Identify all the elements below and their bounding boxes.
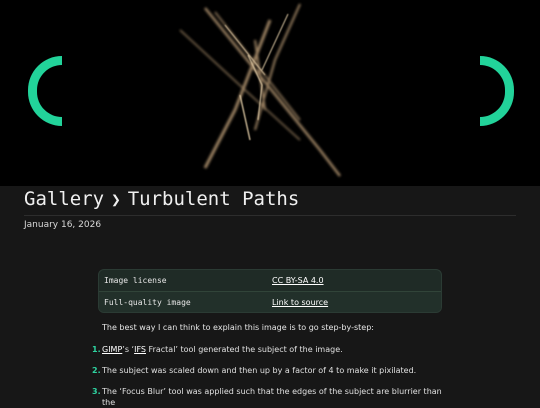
step-text: The ‘Focus Blur’ tool was applied such t…	[102, 387, 442, 407]
ifs-link[interactable]: IFS	[134, 345, 146, 354]
info-key: Full-quality image	[104, 298, 191, 307]
steps-list: 1. GIMP’s ‘IFS Fractal’ tool generated t…	[92, 344, 442, 408]
page-title-text: Turbulent Paths	[127, 188, 300, 210]
step-text: The subject was scaled down and then up …	[102, 366, 417, 375]
gimp-link[interactable]: GIMP	[102, 345, 122, 354]
source-link[interactable]: Link to source	[272, 298, 328, 307]
list-item: 2. The subject was scaled down and then …	[92, 365, 442, 376]
step-text: ’s ‘	[122, 345, 135, 354]
info-key: Image license	[104, 276, 167, 285]
intro-paragraph: The best way I can think to explain this…	[102, 323, 374, 332]
list-item: 1. GIMP’s ‘IFS Fractal’ tool generated t…	[92, 344, 442, 355]
list-number: 1.	[92, 345, 101, 354]
article-body: The best way I can think to explain this…	[92, 322, 442, 408]
license-link[interactable]: CC BY-SA 4.0	[272, 276, 324, 285]
info-row-full-quality: Full-quality image Link to source	[99, 291, 441, 312]
hero-image	[0, 0, 540, 186]
breadcrumb-gallery-link[interactable]: Gallery	[24, 188, 104, 210]
post-date: January 16, 2026	[24, 220, 102, 230]
breadcrumb-separator-icon: ❯	[111, 190, 121, 209]
list-number: 2.	[92, 366, 101, 375]
list-number: 3.	[92, 387, 101, 396]
info-row-license: Image license CC BY-SA 4.0	[99, 270, 441, 291]
image-info-table: Image license CC BY-SA 4.0 Full-quality …	[98, 269, 442, 313]
step-text: Fractal’ tool generated the subject of t…	[146, 345, 343, 354]
page-title: Gallery ❯ Turbulent Paths	[24, 188, 516, 216]
fractal-artwork	[179, 3, 341, 177]
